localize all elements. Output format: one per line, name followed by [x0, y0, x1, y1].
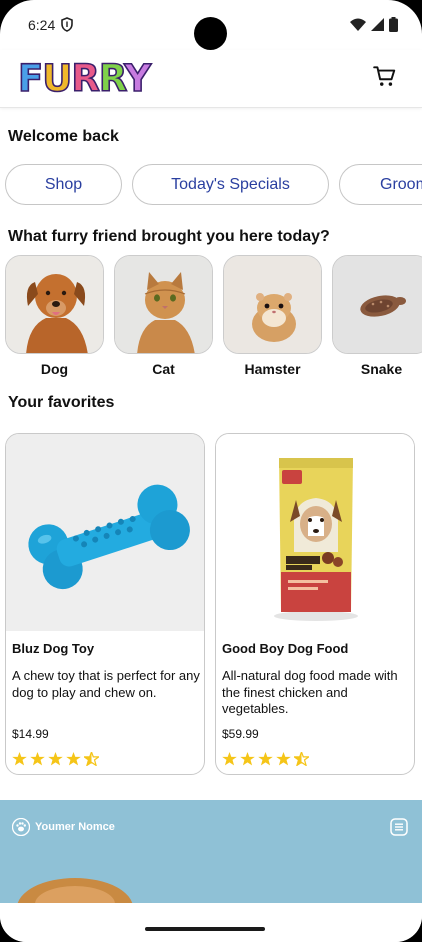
pet-label-hamster: Hamster [244, 361, 301, 377]
banner-brand-name: Youmer Nomce [35, 821, 115, 833]
product-description: A chew toy that is perfect for any dog t… [12, 668, 200, 700]
welcome-heading: Welcome back [8, 128, 119, 145]
pet-option-dog[interactable]: Dog [5, 255, 104, 377]
chip-shop[interactable]: Shop [5, 164, 122, 205]
pet-question-heading: What furry friend brought you here today… [8, 228, 330, 245]
chip-todays-specials[interactable]: Today's Specials [132, 164, 329, 205]
star-icon [222, 752, 237, 766]
product-title: Good Boy Dog Food [222, 641, 349, 656]
star-icon [276, 752, 291, 766]
product-description: All-natural dog food made with the fines… [222, 668, 398, 716]
product-price: $59.99 [222, 727, 259, 741]
cellular-icon [371, 18, 384, 31]
pet-label-cat: Cat [152, 361, 175, 377]
favorites-list: Bluz Dog Toy A chew toy that is perfect … [5, 433, 415, 775]
dog-toy-image [6, 434, 204, 631]
star-icon [240, 752, 255, 766]
status-icons [350, 17, 398, 32]
star-icon [48, 752, 63, 766]
shield-icon [61, 17, 73, 32]
home-gesture-handle[interactable] [145, 927, 265, 931]
category-chips: Shop Today's Specials Groom [5, 164, 422, 205]
favorites-heading: Your favorites [8, 394, 115, 411]
product-title: Bluz Dog Toy [12, 641, 95, 656]
product-card[interactable]: Bluz Dog Toy A chew toy that is perfect … [5, 433, 205, 775]
camera-cutout [194, 17, 227, 50]
rating-stars [12, 752, 99, 766]
pet-label-snake: Snake [360, 361, 403, 377]
dog-food-image [216, 434, 414, 631]
star-half-icon [294, 752, 309, 766]
furry-logo[interactable]: FURRY [17, 57, 152, 101]
snake-image [332, 255, 422, 354]
status-time: 6:24 [28, 17, 56, 33]
star-half-icon [84, 752, 99, 766]
cat-image [114, 255, 213, 354]
dog-image [5, 255, 104, 354]
star-icon [66, 752, 81, 766]
menu-icon[interactable] [390, 818, 408, 836]
pet-option-cat[interactable]: Cat [114, 255, 213, 377]
product-price: $14.99 [12, 727, 49, 741]
banner-brand: Youmer Nomce [12, 818, 115, 836]
star-icon [30, 752, 45, 766]
pet-option-hamster[interactable]: Hamster [223, 255, 322, 377]
star-icon [258, 752, 273, 766]
cart-icon[interactable] [372, 63, 398, 89]
pet-label-dog: Dog [40, 361, 69, 377]
app-bar: FURRY [0, 50, 422, 108]
system-nav-bar [0, 903, 422, 942]
hamster-image [223, 255, 322, 354]
star-icon [12, 752, 27, 766]
chip-groom[interactable]: Groom [339, 164, 422, 205]
promo-banner[interactable]: Youmer Nomce [0, 800, 422, 904]
rating-stars [222, 752, 309, 766]
battery-icon [389, 17, 398, 32]
pet-selector: Dog Cat Hamster Snake [5, 255, 422, 377]
pet-option-snake[interactable]: Snake [332, 255, 422, 377]
app-screen: 6:24 FURRY Welcome back Shop Today's Spe… [0, 0, 422, 942]
banner-dog-image [17, 878, 133, 904]
paw-icon [12, 818, 30, 836]
product-card[interactable]: Good Boy Dog Food All-natural dog food m… [215, 433, 415, 775]
wifi-icon [350, 18, 366, 31]
